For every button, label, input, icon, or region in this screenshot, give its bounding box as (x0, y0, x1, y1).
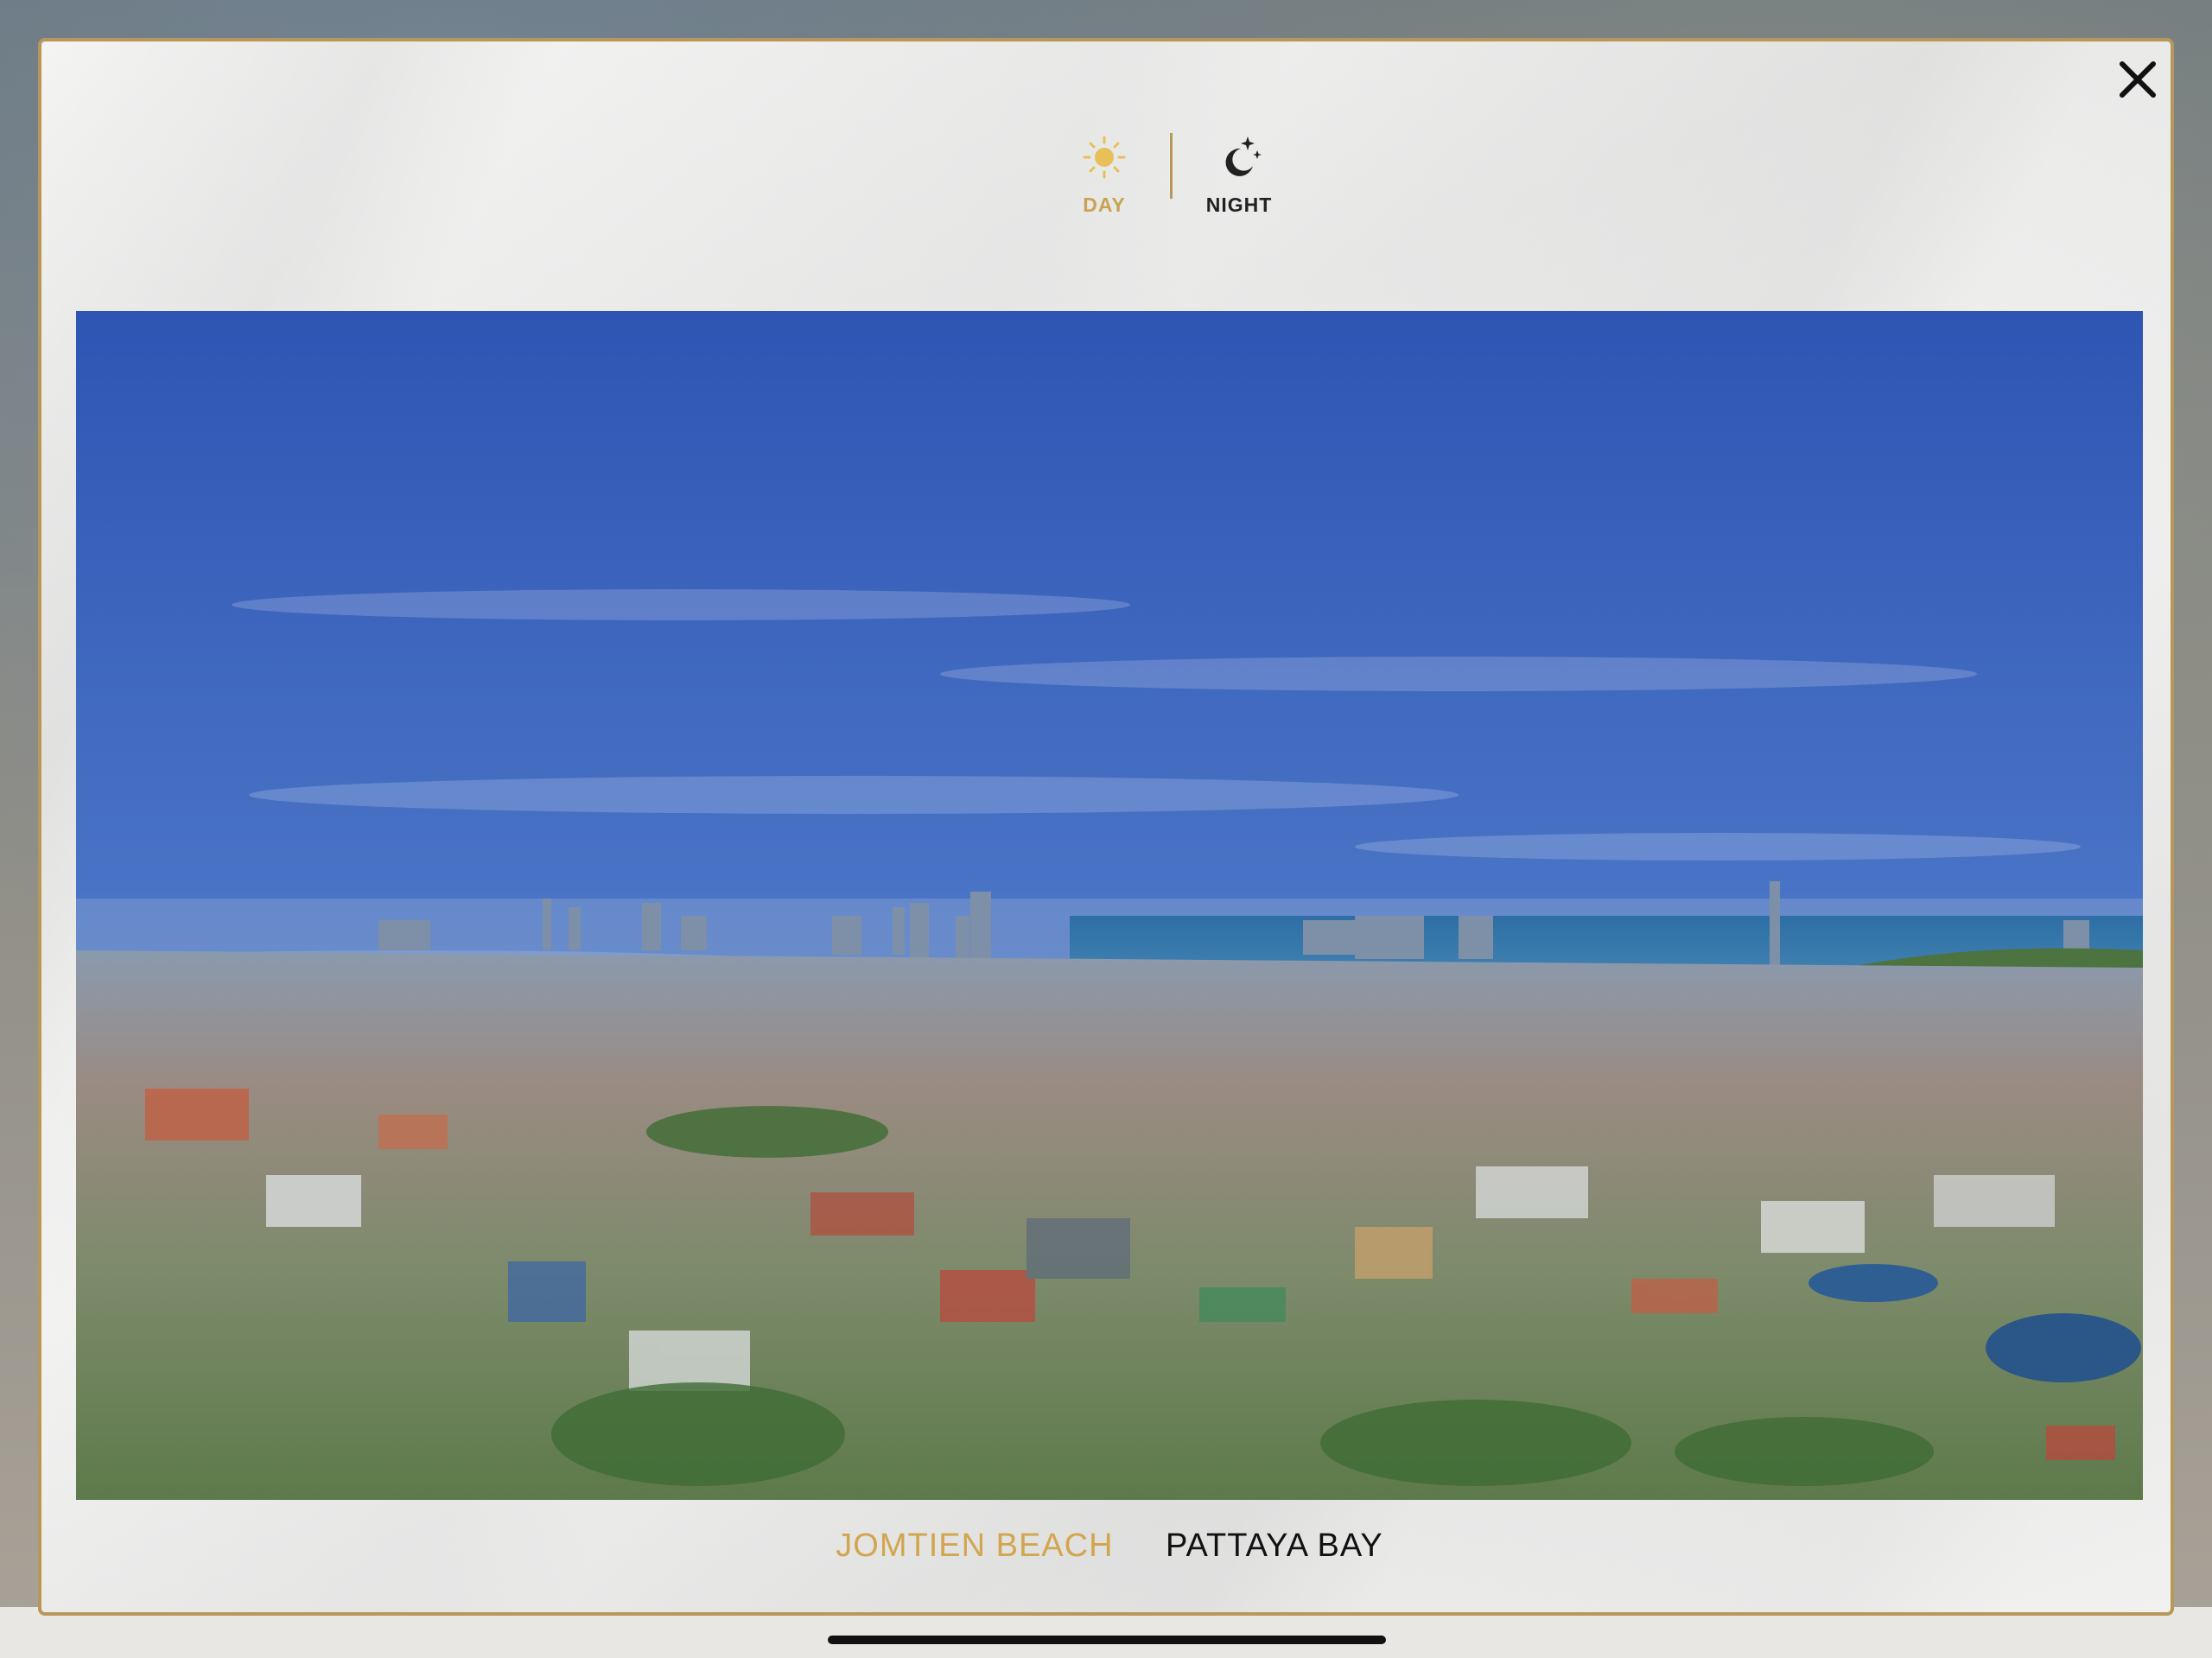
close-button[interactable] (2112, 54, 2164, 105)
location-tabs: JOMTIEN BEACH PATTAYA BAY (41, 1528, 2171, 1579)
night-label: NIGHT (1205, 194, 1273, 216)
home-indicator[interactable] (828, 1636, 1386, 1644)
view-modal: DAY NIGHT JOMTIEN BEACH PATTAYA BAY (38, 38, 2174, 1616)
sun-icon (1083, 136, 1126, 179)
tab-jomtien-beach[interactable]: JOMTIEN BEACH (836, 1528, 1113, 1565)
toggle-divider (1170, 133, 1173, 199)
panorama-view[interactable] (76, 311, 2143, 1500)
day-toggle[interactable]: DAY (1052, 133, 1156, 254)
night-toggle[interactable]: NIGHT (1187, 133, 1291, 254)
day-label: DAY (1083, 194, 1126, 216)
panorama-image (76, 311, 2143, 1500)
close-icon (2120, 61, 2156, 98)
tab-pattaya-bay[interactable]: PATTAYA BAY (1166, 1528, 1383, 1565)
day-night-toggle: DAY NIGHT (1052, 133, 1329, 254)
moon-stars-icon (1225, 137, 1262, 176)
